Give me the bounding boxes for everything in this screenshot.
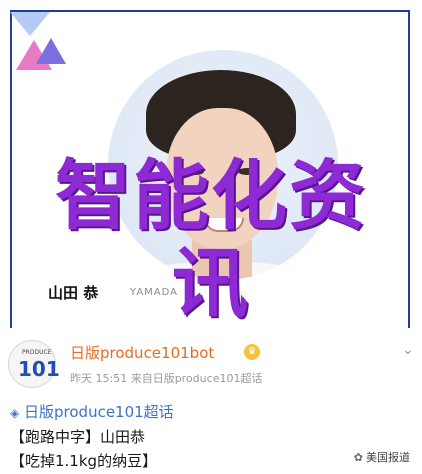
crown-badge-icon: ♛ [244,344,260,360]
diamond-icon: ◈ [10,406,20,420]
chevron-down-icon[interactable]: ⌄ [402,342,414,358]
avatar[interactable]: PRODUCE 101 [8,340,60,388]
overlay-title: 智能化资讯 [55,151,367,328]
topic-link[interactable]: 日版produce101超话 [24,403,174,421]
triangle-decor-icon [10,12,50,36]
divider [0,328,422,338]
triangle-decor-icon [36,38,66,64]
wechat-icon: ✿ [353,451,363,464]
post-meta: 昨天 15:51 来自日版produce101超话 [70,372,263,385]
profile-card: 山田 恭 YAMADA 智能化资讯 [0,0,422,328]
username[interactable]: 日版produce101bot [70,342,214,363]
avatar-number: 101 [18,357,60,381]
watermark-label: 美国报道 [366,451,410,464]
post-text-line: 【跑路中字】山田恭 [10,428,146,446]
account-watermark: ✿ 美国报道 [349,448,414,466]
topic-line[interactable]: ◈ 日版produce101超话 [10,400,412,425]
avatar-caption: PRODUCE [22,349,52,356]
